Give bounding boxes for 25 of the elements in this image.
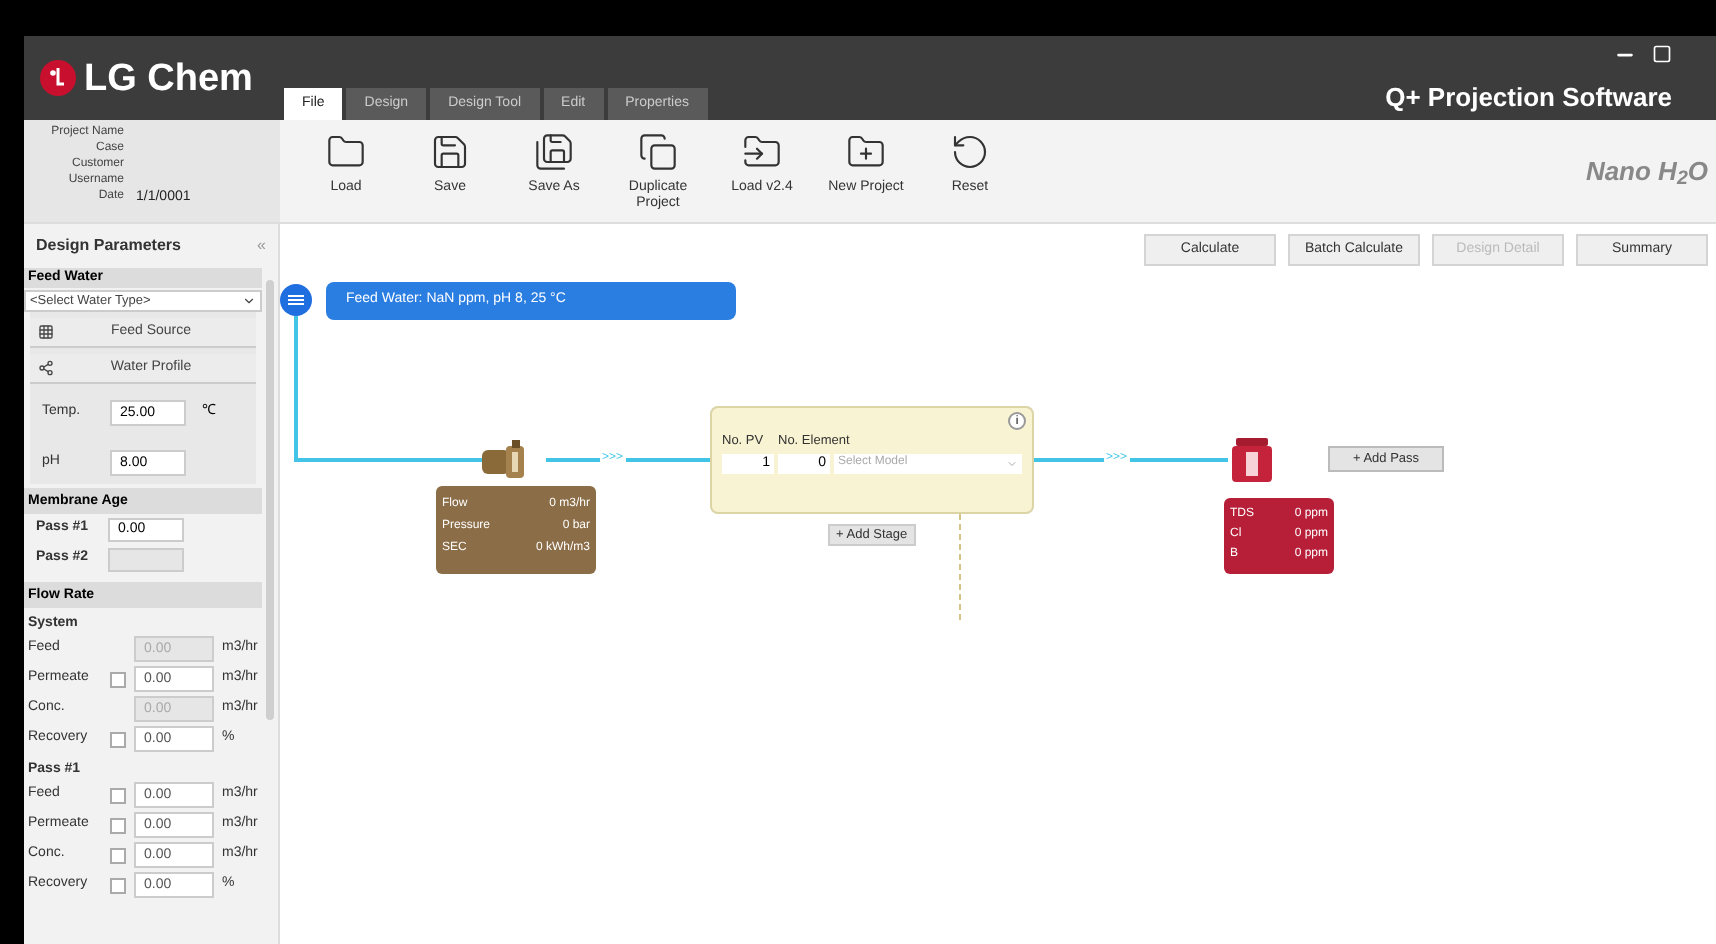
pump-icon [478,436,530,484]
branch-icon [38,360,54,376]
copy-icon [638,132,678,172]
scrollbar[interactable] [266,280,274,720]
grid-icon [38,324,54,340]
folder-plus-icon [846,132,886,172]
checkbox[interactable] [109,731,125,747]
checkbox[interactable] [109,787,125,803]
folder-arrow-icon [742,132,782,172]
maximize-icon[interactable] [1652,44,1672,64]
panel-title: Design Parameters [36,234,181,258]
floppy-stack-icon [534,132,574,172]
logo-text: LG Chem [84,59,253,97]
checkbox[interactable] [109,847,125,863]
checkbox[interactable] [109,817,125,833]
checkbox[interactable] [109,877,125,893]
tank-icon [1228,434,1276,482]
logo-icon [40,60,76,96]
brand-logo: Nano H$_{2}$O [1585,153,1710,191]
folder-icon [326,132,366,172]
app-title: Q+ Projection Software [1385,80,1672,116]
floppy-icon [430,132,470,172]
feed-node-icon[interactable] [280,284,312,316]
checkbox[interactable] [109,671,125,687]
reset-icon [950,132,990,172]
